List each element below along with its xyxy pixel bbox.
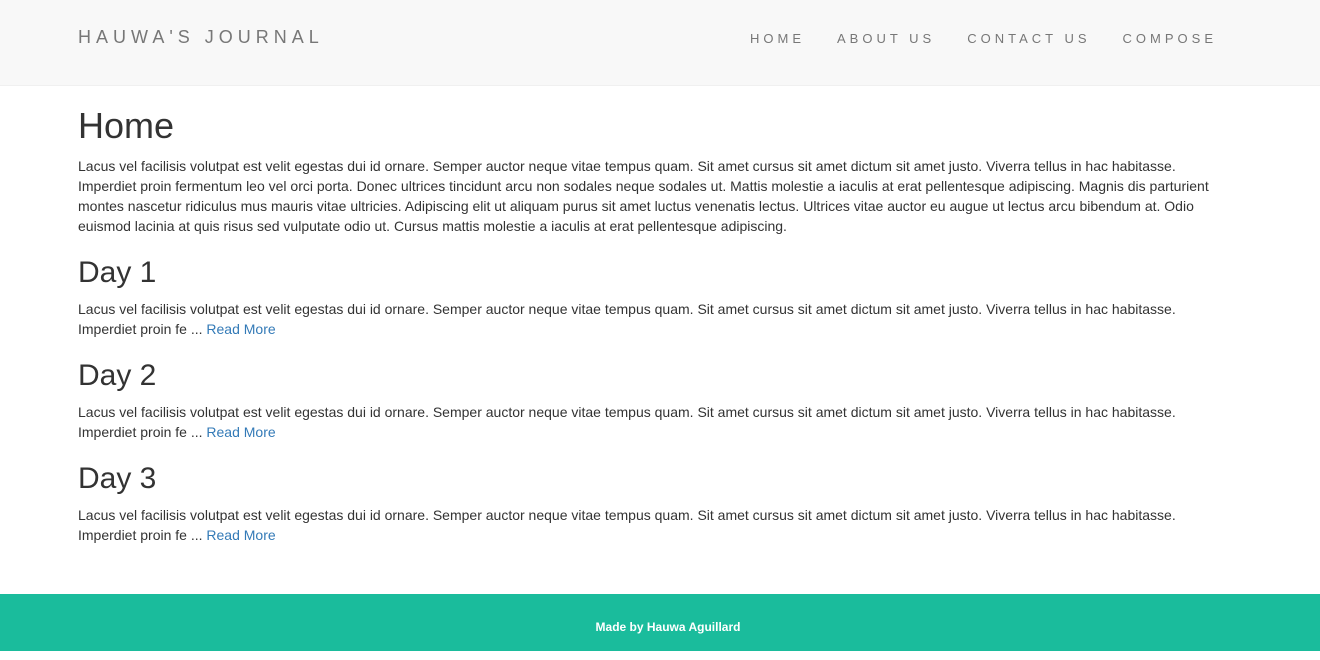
nav-item-home: HOME xyxy=(750,30,805,48)
post-excerpt: Lacus vel facilisis volutpat est velit e… xyxy=(78,402,1228,442)
post-day-1: Day 1 Lacus vel facilisis volutpat est v… xyxy=(78,256,1228,339)
post-title: Day 2 xyxy=(78,359,157,392)
nav-link-about-us[interactable]: ABOUT US xyxy=(837,31,935,46)
nav-item-about-us: ABOUT US xyxy=(837,30,935,48)
home-intro-text: Lacus vel facilisis volutpat est velit e… xyxy=(78,158,1209,234)
read-more-link[interactable]: Read More xyxy=(206,424,275,440)
brand-link[interactable]: HAUWA'S JOURNAL xyxy=(78,27,324,48)
navbar: HAUWA'S JOURNAL HOME ABOUT US CONTACT US… xyxy=(0,0,1320,86)
post-day-2: Day 2 Lacus vel facilisis volutpat est v… xyxy=(78,359,1228,442)
post-excerpt: Lacus vel facilisis volutpat est velit e… xyxy=(78,299,1228,339)
nav-link-compose[interactable]: COMPOSE xyxy=(1123,31,1217,46)
nav-item-compose: COMPOSE xyxy=(1123,30,1217,48)
post-excerpt: Lacus vel facilisis volutpat est velit e… xyxy=(78,505,1228,545)
read-more-link[interactable]: Read More xyxy=(206,527,275,543)
post-title: Day 3 xyxy=(78,462,157,495)
nav-menu: HOME ABOUT US CONTACT US COMPOSE xyxy=(718,30,1217,48)
footer-credit-text: Made by Hauwa Aguillard xyxy=(595,620,741,634)
post-title: Day 1 xyxy=(78,256,157,289)
nav-link-home[interactable]: HOME xyxy=(750,31,805,46)
nav-link-contact-us[interactable]: CONTACT US xyxy=(967,31,1090,46)
post-day-3: Day 3 Lacus vel facilisis volutpat est v… xyxy=(78,462,1228,545)
nav-item-contact-us: CONTACT US xyxy=(967,30,1090,48)
main-content: Home Lacus vel facilisis volutpat est ve… xyxy=(78,86,1228,555)
footer: Made by Hauwa Aguillard xyxy=(0,594,1320,651)
page-title: Home xyxy=(78,105,175,146)
read-more-link[interactable]: Read More xyxy=(206,321,275,337)
